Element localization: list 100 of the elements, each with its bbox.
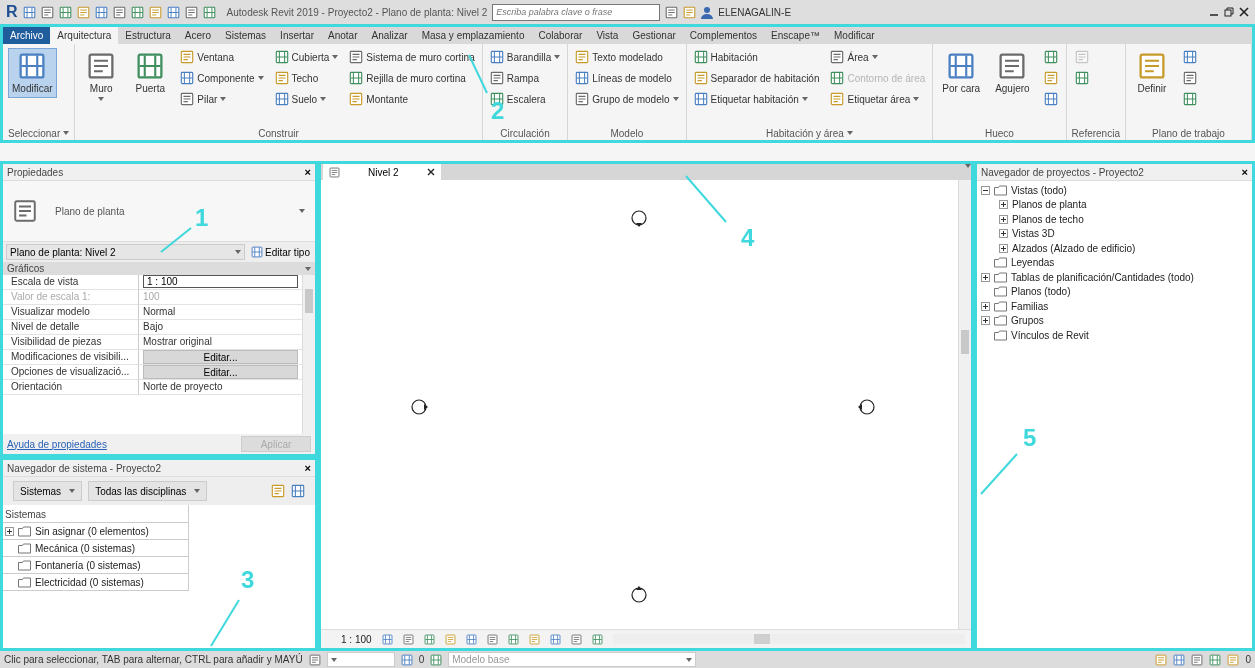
- tree-item[interactable]: Electricidad (0 sistemas): [35, 576, 144, 588]
- view-tab[interactable]: Nivel 2: [323, 164, 441, 180]
- restore-icon[interactable]: [1224, 7, 1234, 17]
- expand-icon[interactable]: [999, 200, 1008, 210]
- tree-item[interactable]: Planos de planta: [1012, 199, 1087, 211]
- tree-item[interactable]: Mecánica (0 sistemas): [35, 542, 136, 554]
- instance-dropdown[interactable]: Plano de planta: Nivel 2: [6, 244, 245, 260]
- ribbon-tab[interactable]: Modificar: [827, 27, 882, 44]
- tool-icon: [693, 71, 708, 85]
- edit-button[interactable]: Editar...: [143, 365, 298, 379]
- tool-button[interactable]: Pilar: [178, 90, 229, 108]
- expand-icon[interactable]: [999, 214, 1008, 224]
- caret-icon: [330, 657, 337, 662]
- ribbon-tab[interactable]: Gestionar: [625, 27, 683, 44]
- tree-item[interactable]: Planos (todo): [1011, 286, 1071, 298]
- view-scale[interactable]: 1 : 100: [341, 633, 372, 645]
- property-field[interactable]: 1 : 100: [143, 275, 298, 288]
- tool-button[interactable]: Montante: [347, 90, 411, 108]
- caret-icon: [194, 489, 201, 493]
- elevation-marker[interactable]: [631, 210, 647, 227]
- tree-item[interactable]: Leyendas: [1011, 257, 1055, 269]
- tree-item[interactable]: Vínculos de Revit: [1011, 329, 1089, 341]
- elevation-marker[interactable]: [858, 399, 875, 415]
- tool-button[interactable]: Suelo: [272, 90, 329, 108]
- tool-button[interactable]: Modificar: [8, 48, 57, 98]
- tool-button[interactable]: Texto modelado: [573, 48, 665, 66]
- tree-item[interactable]: Vistas (todo): [1011, 184, 1067, 196]
- tool-icon: [1182, 92, 1197, 106]
- caret-icon: [801, 97, 808, 101]
- tool-icon: [1043, 92, 1058, 106]
- tool-button[interactable]: Por cara: [938, 48, 985, 98]
- tool-button[interactable]: Cubierta: [272, 48, 341, 66]
- ribbon-tab[interactable]: Estructura: [118, 27, 178, 44]
- ribbon-tab[interactable]: Masa y emplazamiento: [414, 27, 532, 44]
- tool-button[interactable]: Muro: [80, 48, 123, 105]
- expand-icon[interactable]: [981, 316, 990, 326]
- ribbon-tab[interactable]: Colaborar: [531, 27, 590, 44]
- filter-dropdown[interactable]: Todas las disciplinas: [88, 481, 208, 501]
- tool-button[interactable]: Techo: [272, 69, 321, 87]
- edit-button[interactable]: Editar...: [143, 350, 298, 364]
- tool-button[interactable]: Etiquetar habitación: [691, 90, 810, 108]
- scrollbar[interactable]: [302, 275, 315, 434]
- scrollbar[interactable]: [612, 634, 965, 644]
- edit-type-button[interactable]: Editar tipo: [248, 246, 312, 258]
- tree-item[interactable]: Alzados (Alzado de edificio): [1012, 242, 1136, 254]
- close-button[interactable]: ×: [1241, 166, 1248, 178]
- user-name[interactable]: ELENAGALIN-E: [718, 6, 792, 18]
- elevation-marker[interactable]: [631, 586, 647, 603]
- tool-button[interactable]: Área: [828, 48, 880, 66]
- filter-dropdown[interactable]: Sistemas: [13, 481, 83, 501]
- expand-icon[interactable]: [981, 301, 990, 311]
- search-field[interactable]: Escriba palabra clave o frase: [492, 3, 661, 21]
- expand-icon[interactable]: [999, 229, 1008, 239]
- tool-button[interactable]: Habitación: [691, 48, 760, 66]
- tool-button[interactable]: Rampa: [487, 69, 541, 87]
- tool-button[interactable]: Componente: [178, 69, 266, 87]
- close-icon[interactable]: [426, 168, 435, 176]
- ribbon-tab[interactable]: Acero: [177, 27, 218, 44]
- ribbon-tab[interactable]: Arquitectura: [50, 27, 119, 44]
- tree-item[interactable]: Tablas de planificación/Cantidades (todo): [1011, 271, 1194, 283]
- tool-button[interactable]: Grupo de modelo: [573, 90, 681, 108]
- help-link[interactable]: Ayuda de propiedades: [7, 438, 107, 450]
- close-button[interactable]: ×: [304, 166, 311, 178]
- elevation-marker[interactable]: [411, 399, 428, 415]
- close-button[interactable]: ×: [304, 462, 311, 474]
- scrollbar[interactable]: [958, 180, 971, 629]
- collapse-icon[interactable]: [981, 185, 990, 195]
- expand-icon[interactable]: [981, 272, 990, 282]
- tree-item[interactable]: Familias: [1011, 300, 1049, 312]
- ribbon-tab[interactable]: Anotar: [321, 27, 365, 44]
- tool-button[interactable]: Puerta: [129, 48, 172, 98]
- tool-button[interactable]: Líneas de modelo: [573, 69, 674, 87]
- tool-button[interactable]: Ventana: [178, 48, 236, 66]
- tool-button[interactable]: Rejilla de muro cortina: [347, 69, 468, 87]
- tree-item[interactable]: Planos de techo: [1012, 213, 1084, 225]
- ribbon-tab[interactable]: Complementos: [682, 27, 765, 44]
- ribbon-tab[interactable]: Archivo: [3, 27, 51, 44]
- tree-item[interactable]: Sin asignar (0 elementos): [35, 525, 149, 537]
- ribbon-tab[interactable]: Enscape™: [764, 27, 827, 44]
- tree-item[interactable]: Grupos: [1011, 315, 1044, 327]
- tool-button[interactable]: Separador de habitación: [691, 69, 822, 87]
- tool-button[interactable]: Definir: [1130, 48, 1173, 98]
- ribbon-tab[interactable]: Sistemas: [218, 27, 274, 44]
- workset-field[interactable]: [326, 652, 395, 667]
- tool-icon: [489, 71, 504, 85]
- annotation-number: 4: [741, 226, 755, 250]
- tool-button[interactable]: Etiquetar área: [828, 90, 922, 108]
- expand-icon[interactable]: [999, 243, 1008, 253]
- tree-item[interactable]: Fontanería (0 sistemas): [35, 559, 141, 571]
- ribbon-tab[interactable]: Insertar: [273, 27, 321, 44]
- tool-button[interactable]: Barandilla: [487, 48, 563, 66]
- panel-title: Construir: [258, 127, 299, 139]
- expand-icon[interactable]: [5, 526, 14, 536]
- tool-button[interactable]: Agujero: [991, 48, 1034, 98]
- tree-item[interactable]: Vistas 3D: [1012, 228, 1055, 240]
- tool-icon: [87, 52, 116, 80]
- close-icon[interactable]: [1239, 7, 1249, 17]
- caret-icon: [305, 266, 311, 271]
- ribbon-tab[interactable]: Analizar: [364, 27, 415, 44]
- ribbon-tab[interactable]: Vista: [589, 27, 626, 44]
